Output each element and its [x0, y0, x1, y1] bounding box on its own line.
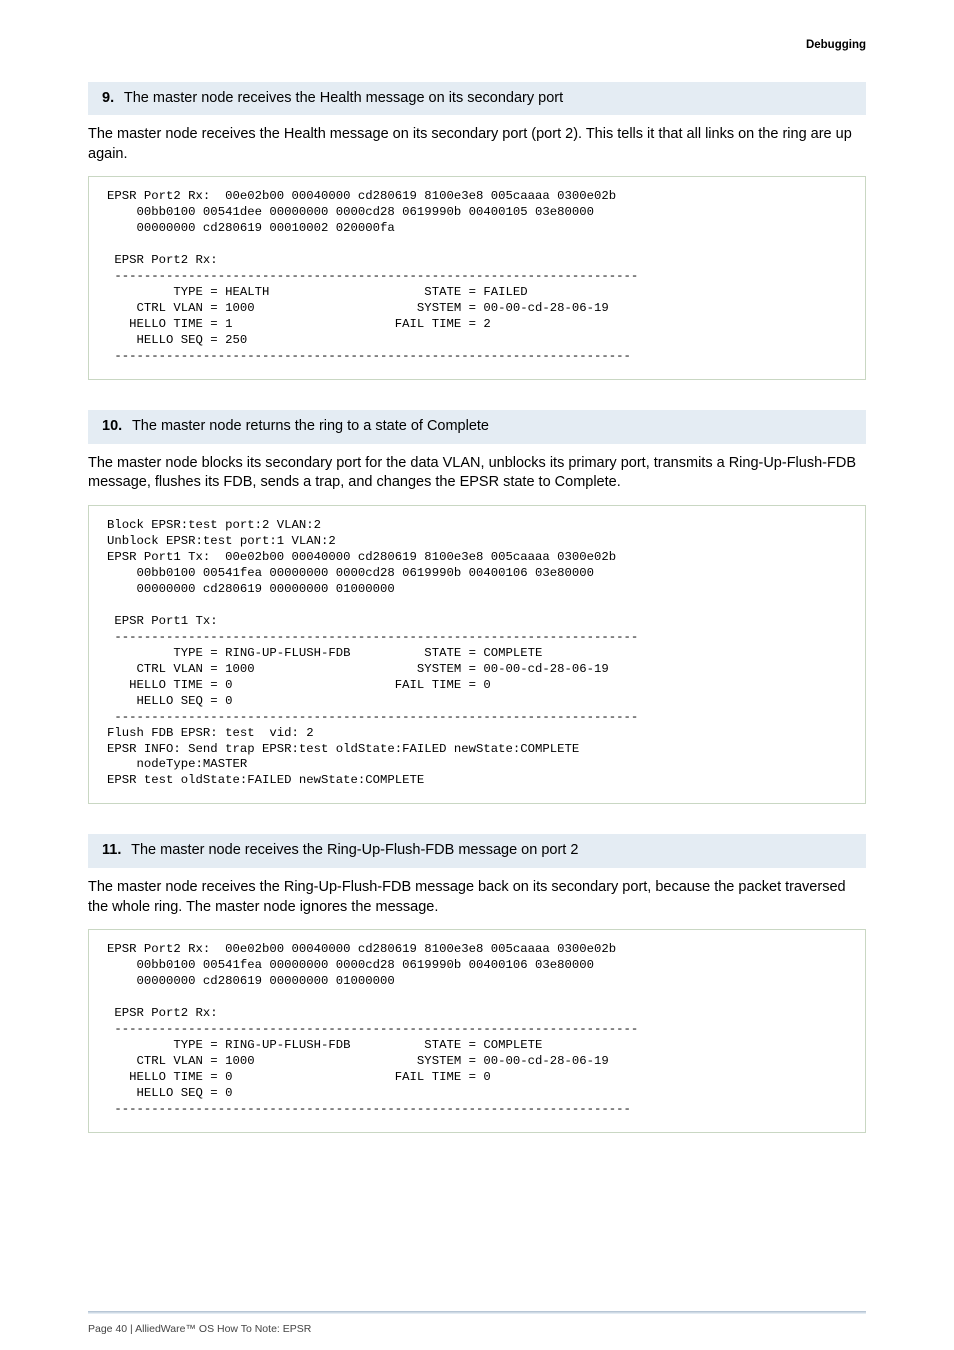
footer-text: Page 40 | AlliedWare™ OS How To Note: EP…	[88, 1322, 311, 1336]
step-body: The master node receives the Health mess…	[88, 125, 866, 164]
step-title: The master node receives the Health mess…	[124, 90, 563, 106]
step-band-11: 11. The master node receives the Ring-Up…	[88, 834, 866, 868]
step-number: 10.	[102, 417, 122, 437]
code-block-9: EPSR Port2 Rx: 00e02b00 00040000 cd28061…	[88, 176, 866, 380]
code-block-10: Block EPSR:test port:2 VLAN:2 Unblock EP…	[88, 505, 866, 805]
step-band-10: 10. The master node returns the ring to …	[88, 410, 866, 444]
step-number: 11.	[102, 841, 121, 861]
footer-rule	[88, 1311, 866, 1314]
step-title: The master node receives the Ring-Up-Flu…	[131, 842, 578, 858]
step-body: The master node blocks its secondary por…	[88, 454, 866, 493]
step-band-9: 9. The master node receives the Health m…	[88, 82, 866, 116]
step-number: 9.	[102, 89, 114, 109]
step-title: The master node returns the ring to a st…	[132, 418, 489, 434]
page: Debugging 9. The master node receives th…	[0, 0, 954, 1350]
code-block-11: EPSR Port2 Rx: 00e02b00 00040000 cd28061…	[88, 929, 866, 1133]
step-body: The master node receives the Ring-Up-Flu…	[88, 878, 866, 917]
header-eyebrow: Debugging	[88, 38, 866, 54]
